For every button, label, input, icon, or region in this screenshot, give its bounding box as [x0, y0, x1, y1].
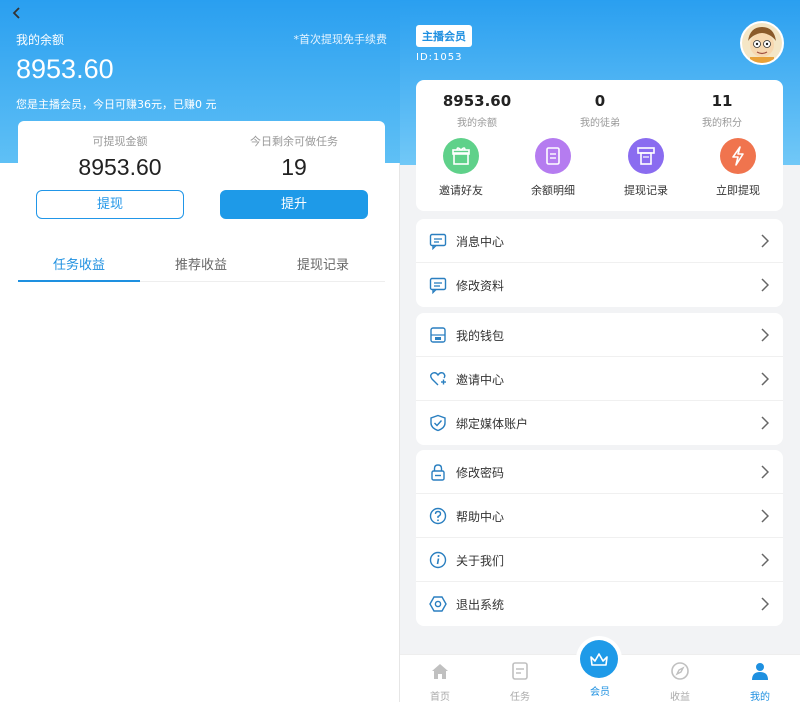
menu-label: 消息中心	[456, 235, 505, 249]
chevron-right-icon	[761, 509, 769, 523]
menu-my-wallet[interactable]: 我的钱包	[416, 313, 783, 357]
withdraw-card: 可提现金额 8953.60 今日剩余可做任务 19 提现 提升	[18, 121, 385, 235]
chevron-right-icon	[761, 328, 769, 342]
avatar[interactable]	[740, 21, 784, 65]
nav-mine[interactable]: 我的	[720, 659, 800, 702]
menu-label: 绑定媒体账户	[456, 417, 529, 431]
nav-label: 首页	[430, 692, 450, 702]
chevron-right-icon	[761, 416, 769, 430]
wallet-icon	[430, 327, 446, 343]
edit-profile-icon	[429, 277, 447, 294]
menu-label: 修改资料	[456, 279, 505, 293]
balance-amount: 8953.60	[16, 54, 114, 84]
nav-home[interactable]: 首页	[400, 659, 480, 702]
quick-withdraw-records[interactable]: 提现记录	[601, 138, 691, 198]
earnings-info: 您是主播会员，今日可赚36元，已赚0 元	[16, 98, 217, 111]
menu-label: 关于我们	[456, 554, 505, 568]
lock-icon	[431, 464, 445, 481]
menu-label: 我的钱包	[456, 329, 505, 343]
quick-withdraw-now[interactable]: 立即提现	[693, 138, 783, 198]
chevron-right-icon	[761, 553, 769, 567]
page-title: 我的余额	[16, 33, 65, 47]
menu-edit-profile[interactable]: 修改资料	[416, 263, 783, 307]
chevron-right-icon	[761, 465, 769, 479]
compass-icon	[671, 662, 689, 680]
stat-balance-value: 8953.60	[442, 92, 512, 110]
upgrade-button[interactable]: 提升	[220, 190, 368, 219]
quick-balance-details[interactable]: 余额明细	[508, 138, 598, 198]
tab-task-income[interactable]: 任务收益	[18, 254, 140, 273]
quick-label: 邀请好友	[439, 184, 483, 197]
withdrawable-label: 可提现金额	[92, 135, 148, 148]
quick-invite-friends[interactable]: 邀请好友	[416, 138, 506, 198]
fee-note: *首次提现免手续费	[293, 33, 388, 46]
balance-page: 我的余额 *首次提现免手续费 8953.60 您是主播会员，今日可赚36元，已赚…	[0, 0, 400, 702]
tab-withdraw-records[interactable]: 提现记录	[262, 254, 384, 273]
nav-tasks[interactable]: 任务	[480, 659, 560, 702]
chevron-right-icon	[761, 234, 769, 248]
tab-referral-income[interactable]: 推荐收益	[140, 254, 262, 273]
menu-help-center[interactable]: 帮助中心	[416, 494, 783, 538]
logout-icon	[429, 596, 447, 612]
member-badge: 主播会员	[416, 25, 472, 47]
home-icon	[432, 664, 448, 679]
avatar-image	[742, 23, 782, 63]
info-icon	[429, 551, 447, 569]
stat-balance-label: 我的余额	[457, 118, 497, 129]
chevron-right-icon	[761, 278, 769, 292]
back-arrow-icon[interactable]	[10, 6, 24, 20]
crown-basket-icon	[590, 653, 608, 666]
withdraw-button[interactable]: 提现	[36, 190, 184, 219]
nav-member[interactable]	[580, 640, 618, 678]
nav-label: 收益	[670, 692, 690, 702]
menu-change-password[interactable]: 修改密码	[416, 450, 783, 494]
nav-member-label: 会员	[590, 687, 610, 698]
menu-group-system: 修改密码 帮助中心 关于我们 退出系统	[416, 450, 783, 626]
stat-points-label: 我的积分	[702, 118, 742, 129]
gift-icon	[443, 138, 479, 174]
stat-points-value: 11	[711, 92, 733, 110]
member-page: 主播会员 ID:1053 8953.60 我的余额 0 我的徒弟 11 我的积分…	[400, 0, 800, 702]
menu-label: 修改密码	[456, 466, 505, 480]
menu-logout[interactable]: 退出系统	[416, 582, 783, 626]
user-id: ID:1053	[416, 52, 463, 63]
tasks-label: 今日剩余可做任务	[250, 135, 338, 148]
user-icon	[752, 663, 768, 680]
menu-group-wallet: 我的钱包 邀请中心 绑定媒体账户	[416, 313, 783, 445]
quick-label: 提现记录	[624, 184, 668, 197]
stats-card: 8953.60 我的余额 0 我的徒弟 11 我的积分 邀请好友 余额明细 提现…	[416, 80, 783, 211]
heart-plus-icon	[430, 372, 446, 386]
task-list-icon	[512, 662, 528, 680]
tasks-value: 19	[281, 154, 307, 180]
menu-group-account: 消息中心 修改资料	[416, 219, 783, 307]
nav-label: 我的	[750, 692, 770, 702]
menu-about-us[interactable]: 关于我们	[416, 538, 783, 582]
chevron-right-icon	[761, 597, 769, 611]
menu-label: 邀请中心	[456, 373, 505, 387]
quick-label: 立即提现	[716, 184, 760, 197]
chevron-right-icon	[761, 372, 769, 386]
nav-label: 任务	[510, 692, 530, 702]
active-tab-indicator	[18, 280, 140, 282]
menu-label: 帮助中心	[456, 510, 505, 524]
lightning-icon	[720, 138, 756, 174]
menu-bind-media-account[interactable]: 绑定媒体账户	[416, 401, 783, 445]
shield-check-icon	[430, 414, 446, 432]
income-tabs: 任务收益 推荐收益 提现记录	[18, 248, 385, 282]
stat-apprentice-label: 我的徒弟	[580, 118, 620, 129]
message-icon	[429, 233, 447, 250]
nav-earnings[interactable]: 收益	[640, 659, 720, 702]
menu-message-center[interactable]: 消息中心	[416, 219, 783, 263]
menu-label: 退出系统	[456, 598, 505, 612]
question-icon	[429, 507, 447, 525]
withdrawable-value: 8953.60	[78, 154, 162, 180]
stat-apprentice-value: 0	[594, 92, 606, 110]
quick-label: 余额明细	[531, 184, 575, 197]
receipt-icon	[628, 138, 664, 174]
menu-invite-center[interactable]: 邀请中心	[416, 357, 783, 401]
document-icon	[535, 138, 571, 174]
